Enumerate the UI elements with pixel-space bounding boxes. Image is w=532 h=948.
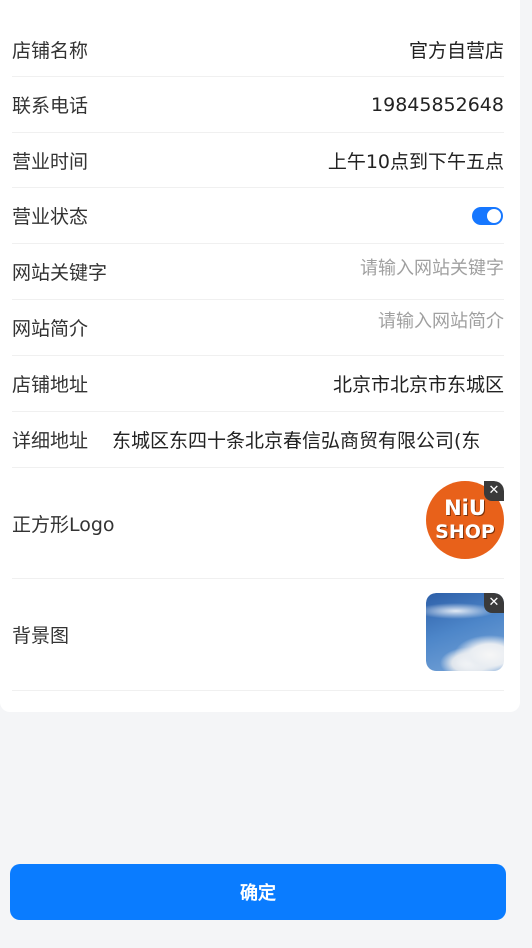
status-row: 营业状态 — [12, 188, 504, 244]
keywords-label: 网站关键字 — [12, 262, 108, 284]
detail-address-row: 详细地址 东城区东四十条北京春信弘商贸有限公司(东 — [12, 412, 504, 468]
logo-upload[interactable]: NiU SHOP ✕ — [426, 481, 504, 559]
background-label: 背景图 — [12, 625, 70, 647]
hours-value[interactable]: 上午10点到下午五点 — [328, 147, 504, 174]
toggle-knob — [487, 208, 501, 223]
background-upload[interactable]: ✕ — [426, 592, 504, 671]
logo-text-line2: SHOP — [435, 521, 495, 543]
phone-label: 联系电话 — [12, 95, 89, 117]
hours-row[interactable]: 营业时间 上午10点到下午五点 — [12, 133, 504, 188]
intro-input[interactable] — [244, 311, 504, 332]
intro-label: 网站简介 — [12, 318, 89, 340]
store-name-row[interactable]: 店铺名称 官方自营店 — [12, 22, 504, 77]
logo-label: 正方形Logo — [12, 513, 115, 536]
hours-label: 营业时间 — [12, 150, 89, 173]
address-value[interactable]: 北京市北京市东城区 — [333, 370, 504, 397]
phone-row[interactable]: 联系电话 19845852648 — [12, 77, 504, 133]
store-name-label: 店铺名称 — [12, 39, 89, 62]
close-icon[interactable]: ✕ — [484, 481, 504, 501]
store-settings-form: 店铺名称 官方自营店 联系电话 19845852648 营业时间 上午10点到下… — [0, 0, 520, 712]
keywords-input[interactable] — [244, 258, 504, 279]
status-toggle[interactable] — [472, 206, 503, 225]
keywords-row: 网站关键字 — [12, 244, 504, 300]
address-row[interactable]: 店铺地址 北京市北京市东城区 — [12, 356, 504, 412]
detail-address-label: 详细地址 — [12, 430, 89, 452]
intro-row: 网站简介 — [12, 300, 504, 356]
detail-address-value[interactable]: 东城区东四十条北京春信弘商贸有限公司(东 — [112, 426, 504, 453]
close-icon[interactable]: ✕ — [484, 592, 504, 613]
status-label: 营业状态 — [12, 206, 89, 228]
phone-value[interactable]: 19845852648 — [371, 94, 504, 116]
store-name-value[interactable]: 官方自营店 — [409, 36, 504, 63]
address-label: 店铺地址 — [12, 374, 89, 396]
confirm-button[interactable]: 确定 — [10, 864, 506, 920]
logo-text-line1: NiU — [444, 496, 486, 520]
logo-row: 正方形Logo NiU SHOP ✕ — [12, 468, 504, 579]
background-row: 背景图 ✕ — [12, 579, 504, 691]
